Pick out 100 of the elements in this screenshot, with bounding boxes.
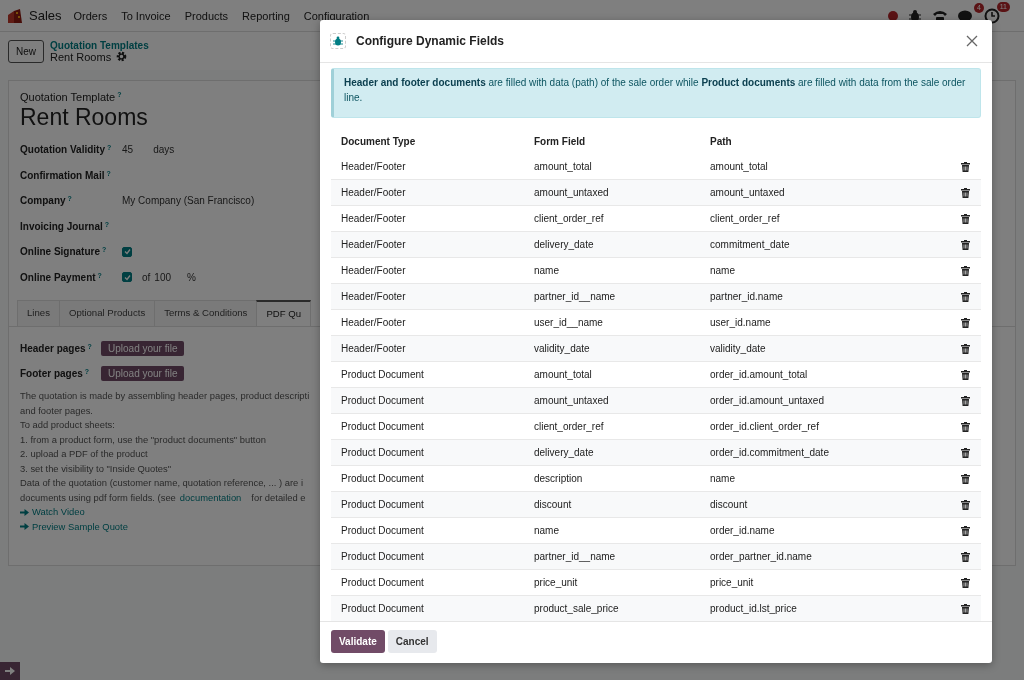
menu-item[interactable]: Products: [184, 9, 229, 22]
field-value[interactable]: 45: [122, 144, 134, 156]
arrow-icon[interactable]: [5, 666, 15, 676]
cancel-button[interactable]: Cancel: [387, 630, 437, 653]
field-label: Invoicing Journal: [20, 220, 103, 232]
table-cell-text: Header/Footer: [340, 343, 407, 354]
table-cell-text: discount: [709, 499, 749, 510]
table-cell-text: description: [533, 473, 584, 484]
help-text: documents using pdf form fields. (see: [20, 490, 176, 505]
help-text: To add product sheets:: [20, 418, 115, 432]
app-name[interactable]: Sales: [29, 8, 62, 23]
trash-icon[interactable]: [961, 551, 970, 562]
status-dot-icon[interactable]: [888, 10, 898, 21]
checkbox[interactable]: [122, 272, 132, 283]
table-cell-text: order_partner_id.name: [709, 551, 813, 562]
menu-item[interactable]: To Invoice: [121, 9, 171, 22]
table-cell-text: client_order_ref: [533, 213, 605, 224]
table-cell-text: partner_id__name: [533, 291, 617, 302]
table-cell-text: amount_untaxed: [533, 187, 610, 198]
table-cell-text: name: [709, 265, 736, 276]
table-cell-text: discount: [533, 499, 573, 510]
action-link[interactable]: Watch Video: [20, 505, 85, 520]
help-text: 1. from a product form, use the "product documents" button: [20, 432, 266, 447]
field-value[interactable]: My Company (San Francisco): [122, 195, 255, 207]
table-cell-text: amount_total: [533, 369, 593, 380]
action-link[interactable]: Preview Sample Quote: [20, 519, 128, 534]
trash-icon[interactable]: [961, 603, 970, 614]
tab[interactable]: Lines: [17, 300, 60, 326]
trash-icon[interactable]: [961, 213, 970, 224]
field-label: Quotation Template: [20, 91, 116, 103]
table-cell-text: client_order_ref: [709, 213, 781, 224]
table-cell-text: name: [533, 525, 560, 536]
table-cell-text: Product Document: [340, 473, 425, 484]
table-cell-text: Product Document: [340, 603, 425, 614]
trash-icon[interactable]: [961, 317, 970, 328]
trash-icon[interactable]: [961, 161, 970, 172]
tab[interactable]: Terms & Conditions: [154, 300, 258, 326]
new-button[interactable]: New: [8, 39, 44, 63]
table-cell-text: Header/Footer: [340, 213, 407, 224]
field-label: Footer pages: [20, 368, 83, 379]
tab[interactable]: Optional Products: [58, 300, 156, 326]
table-cell-text: Header/Footer: [340, 265, 407, 276]
table-cell-text: client_order_ref: [533, 421, 605, 432]
app-logo-icon[interactable]: [6, 6, 24, 25]
gear-icon[interactable]: [116, 51, 128, 62]
dialog-title: Configure Dynamic Fields: [356, 34, 506, 48]
trash-icon[interactable]: [961, 577, 970, 588]
tab[interactable]: PDF Qu: [256, 300, 312, 326]
trash-icon[interactable]: [961, 187, 970, 198]
trash-icon[interactable]: [961, 395, 970, 406]
trash-icon[interactable]: [961, 473, 970, 484]
field-label: Company: [20, 195, 66, 207]
breadcrumb-link[interactable]: Quotation Templates: [50, 39, 149, 51]
trash-icon[interactable]: [961, 499, 970, 510]
field-label: Header pages: [20, 343, 86, 354]
help-text: 2. upload a PDF of the product: [20, 447, 148, 461]
info-alert: Header and footer documents are filled with data (path) of the sale order while Product documents are filled with data from the sale order line.: [331, 68, 981, 118]
checkbox[interactable]: [122, 246, 132, 257]
table-cell-text: Product Document: [340, 525, 425, 536]
menu-item[interactable]: Reporting: [242, 9, 290, 22]
trash-icon[interactable]: [961, 239, 970, 250]
trash-icon[interactable]: [961, 525, 970, 536]
table-cell-text: user_id__name: [533, 317, 604, 328]
record-name: Rent Rooms: [50, 50, 112, 63]
table-cell-text: order_id.client_order_ref: [709, 421, 820, 432]
field-label: Quotation Validity: [20, 144, 105, 156]
documentation-link[interactable]: documentation: [179, 490, 242, 505]
trash-icon[interactable]: [961, 447, 970, 458]
table-cell-text: Header/Footer: [340, 239, 407, 250]
table-cell-text: Header/Footer: [340, 291, 407, 302]
help-text: and footer pages.: [20, 403, 93, 418]
upload-button[interactable]: Upload your file: [101, 341, 185, 356]
close-icon[interactable]: [966, 35, 978, 47]
trash-icon[interactable]: [961, 343, 970, 354]
table-cell-text: product_sale_price: [533, 603, 620, 614]
trash-icon[interactable]: [961, 291, 970, 302]
table-cell-text: amount_untaxed: [533, 395, 610, 406]
unit-label: days: [153, 144, 175, 156]
table-cell-text: price_unit: [533, 577, 579, 588]
table-cell-text: Product Document: [340, 577, 425, 588]
validate-button[interactable]: Validate: [331, 630, 385, 653]
menu-item[interactable]: Orders: [73, 9, 108, 22]
trash-icon[interactable]: [961, 421, 970, 432]
help-text: for detailed e: [251, 490, 306, 505]
help-text: The quotation is made by assembling header pages, product descripti: [20, 389, 310, 403]
trash-icon[interactable]: [961, 369, 970, 380]
trash-icon[interactable]: [961, 265, 970, 276]
expand-button[interactable]: [0, 662, 20, 680]
field-value[interactable]: 100: [154, 271, 172, 283]
table-cell-text: partner_id.name: [709, 291, 784, 302]
table-cell-text: amount_untaxed: [709, 187, 786, 198]
field-label: Online Signature: [20, 246, 100, 258]
unit-label: %: [187, 271, 196, 283]
table-cell-text: delivery_date: [533, 447, 595, 458]
upload-button[interactable]: Upload your file: [101, 366, 185, 381]
menu-item[interactable]: Configuration: [303, 9, 370, 22]
table-cell-text: name: [709, 473, 736, 484]
clock-icon[interactable]: [984, 7, 1000, 24]
field-label: Confirmation Mail: [20, 169, 105, 181]
table-cell-text: order_id.amount_untaxed: [709, 395, 825, 406]
